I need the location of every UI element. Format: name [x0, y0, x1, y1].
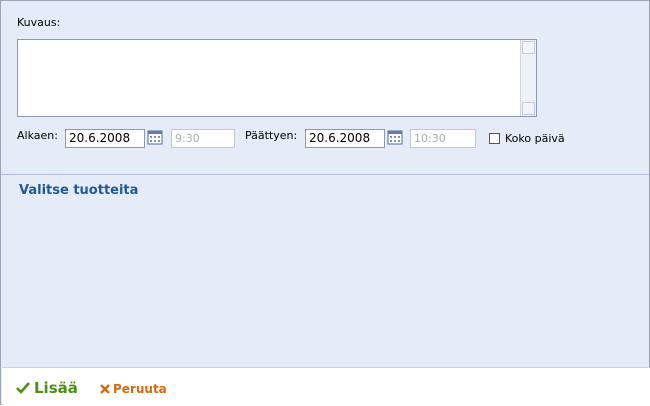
add-button-label: Lisää [34, 379, 78, 397]
calendar-icon[interactable] [147, 129, 163, 145]
footer-bar: Lisää Peruuta [2, 367, 650, 406]
scroll-down-button[interactable] [522, 102, 535, 115]
all-day-checkbox[interactable] [489, 133, 500, 144]
section-divider [1, 174, 649, 175]
end-date-input[interactable]: 20.6.2008 [305, 129, 385, 148]
end-label: Päättyen: [245, 129, 298, 142]
cancel-button-label: Peruuta [113, 382, 167, 396]
close-icon [100, 384, 110, 394]
add-button[interactable]: Lisää [16, 379, 78, 397]
checkmark-icon [16, 382, 30, 394]
calendar-icon[interactable] [387, 129, 403, 145]
start-label: Alkaen: [17, 129, 58, 142]
start-date-input[interactable]: 20.6.2008 [65, 129, 145, 148]
dialog-panel: Kuvaus: Alkaen: 20.6.2008 9:30 Päättyen:… [0, 0, 650, 406]
description-textarea[interactable] [17, 39, 537, 117]
products-section-title: Valitse tuotteita [19, 183, 139, 198]
description-scrollbar[interactable] [520, 40, 536, 116]
end-time-input[interactable]: 10:30 [410, 129, 476, 148]
cancel-button[interactable]: Peruuta [100, 382, 167, 396]
description-label: Kuvaus: [17, 16, 61, 29]
all-day-label: Koko päivä [505, 132, 565, 145]
start-time-input[interactable]: 9:30 [171, 129, 235, 148]
scroll-up-button[interactable] [522, 41, 535, 54]
